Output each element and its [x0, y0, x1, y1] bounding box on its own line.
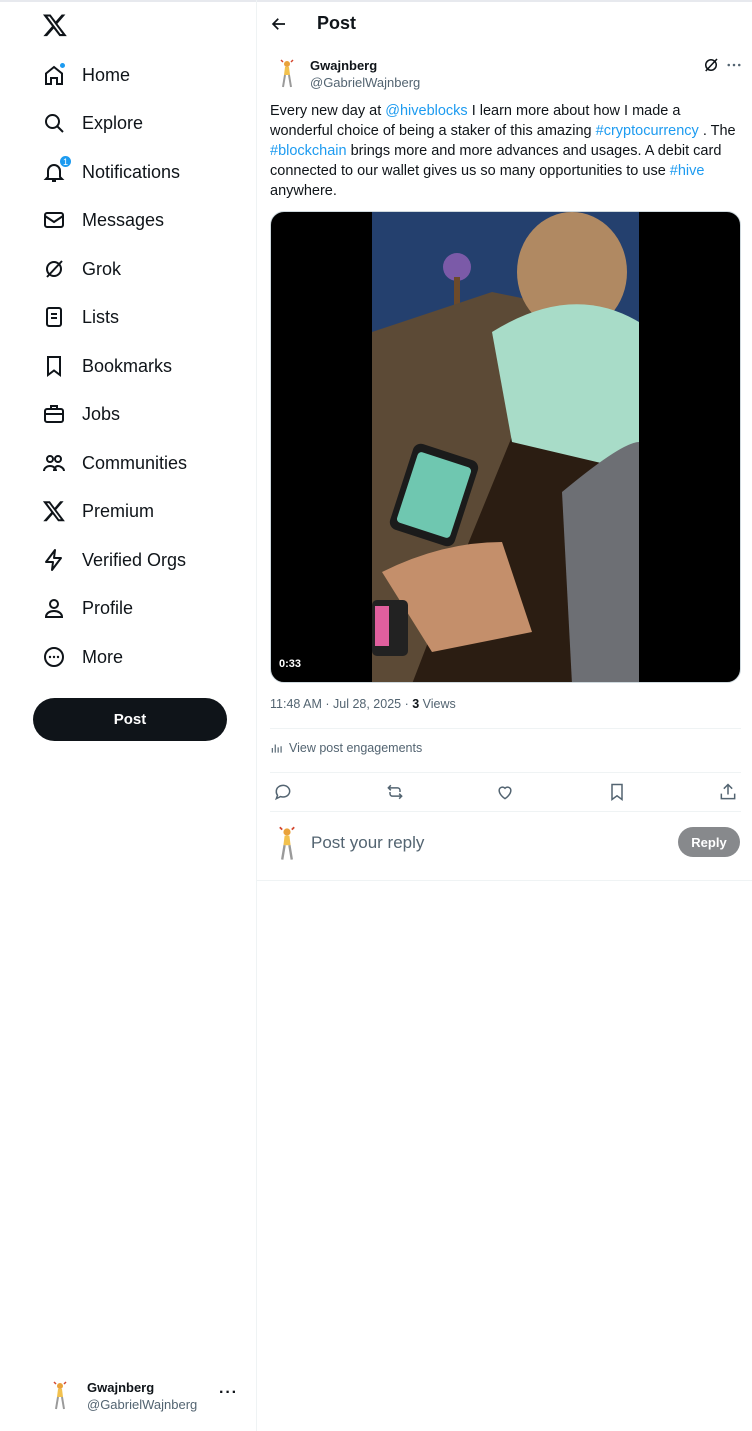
- tweet-date[interactable]: Jul 28, 2025: [333, 697, 401, 711]
- avatar: [272, 826, 304, 862]
- share-icon[interactable]: [718, 782, 738, 802]
- people-icon: [40, 449, 68, 477]
- text-segment: Every new day at: [270, 103, 386, 119]
- bell-icon: 1: [40, 155, 72, 186]
- nav-label: More: [82, 646, 124, 667]
- page-header: Post: [257, 0, 752, 48]
- like-icon[interactable]: [495, 782, 515, 802]
- nav-label: Grok: [82, 258, 122, 279]
- text-segment: . The: [698, 123, 736, 139]
- hashtag-link[interactable]: #blockchain: [270, 143, 347, 159]
- nav-label: Verified Orgs: [82, 549, 187, 570]
- nav-label: Profile: [82, 597, 134, 618]
- tweet-text: Every new day at @hiveblocks I learn mor…: [270, 101, 740, 201]
- post-button[interactable]: Post: [33, 698, 227, 741]
- hashtag-link[interactable]: #cryptocurrency: [596, 123, 699, 139]
- more-horizontal-icon[interactable]: [725, 56, 743, 74]
- avatar: [40, 1376, 80, 1416]
- x-logo-icon: [40, 497, 68, 525]
- video-thumbnail: [372, 212, 639, 682]
- more-circle-icon: [40, 643, 68, 671]
- nav-label: Explore: [82, 112, 144, 133]
- x-logo-icon[interactable]: [42, 12, 68, 38]
- nav-bookmarks[interactable]: Bookmarks: [40, 346, 172, 386]
- search-icon: [40, 109, 68, 137]
- nav-label: Home: [82, 64, 131, 85]
- view-engagements-link[interactable]: View post engagements: [270, 741, 422, 755]
- tweet-meta: 11:48 AM · Jul 28, 2025 · 3 Views: [270, 697, 456, 711]
- video-duration: 0:33: [279, 658, 302, 670]
- engagements-label[interactable]: View post engagements: [289, 741, 422, 755]
- nav-messages[interactable]: Messages: [40, 200, 164, 240]
- reply-input[interactable]: [311, 831, 611, 855]
- views-label: Views: [422, 697, 456, 711]
- reply-button[interactable]: Reply: [678, 827, 740, 857]
- author-name[interactable]: Gwajnberg: [310, 57, 420, 74]
- divider: [270, 728, 741, 729]
- nav-label: Premium: [82, 500, 155, 521]
- nav-verified-orgs[interactable]: Verified Orgs: [40, 540, 186, 580]
- avatar[interactable]: [270, 54, 304, 94]
- tweet-time[interactable]: 11:48 AM: [270, 697, 322, 711]
- account-handle: @GabrielWajnberg: [87, 1397, 198, 1412]
- author-handle[interactable]: @GabrielWajnberg: [310, 74, 420, 91]
- person-icon: [40, 594, 68, 622]
- grok-icon[interactable]: [702, 56, 720, 74]
- nav-notifications[interactable]: 1 Notifications: [40, 152, 180, 192]
- new-content-dot: [59, 62, 66, 69]
- views-count: 3: [412, 697, 420, 711]
- briefcase-icon: [40, 400, 68, 428]
- nav-premium[interactable]: Premium: [40, 491, 154, 531]
- nav-label: Bookmarks: [82, 355, 173, 376]
- account-switcher[interactable]: Gwajnberg @GabrielWajnberg ···: [40, 1374, 250, 1418]
- reply-icon[interactable]: [273, 782, 293, 802]
- back-arrow-icon[interactable]: [269, 12, 289, 36]
- nav-lists[interactable]: Lists: [40, 297, 119, 337]
- divider: [270, 772, 741, 773]
- tweet-author[interactable]: Gwajnberg @GabrielWajnberg: [270, 54, 420, 94]
- more-horizontal-icon[interactable]: ···: [219, 1384, 238, 1402]
- nav-label: Jobs: [82, 403, 121, 424]
- hashtag-link[interactable]: #hive: [670, 163, 705, 179]
- nav-label: Communities: [82, 452, 188, 473]
- video-player[interactable]: 0:33: [270, 211, 741, 683]
- grok-icon: [40, 255, 68, 283]
- lightning-icon: [40, 546, 68, 574]
- mail-icon: [40, 206, 68, 234]
- nav-profile[interactable]: Profile: [40, 588, 133, 628]
- nav-communities[interactable]: Communities: [40, 443, 187, 483]
- bar-chart-icon: [271, 744, 282, 753]
- nav-home[interactable]: Home: [40, 55, 130, 95]
- account-name: Gwajnberg: [87, 1380, 155, 1395]
- nav-label: Notifications: [82, 161, 181, 182]
- repost-icon[interactable]: [385, 782, 405, 802]
- nav-more[interactable]: More: [40, 637, 123, 677]
- text-segment: anywhere.: [270, 183, 337, 199]
- mention-link[interactable]: @hiveblocks: [385, 103, 467, 119]
- reply-composer: Reply: [257, 811, 752, 881]
- bookmark-icon[interactable]: [607, 782, 627, 802]
- nav-jobs[interactable]: Jobs: [40, 394, 120, 434]
- home-icon: [40, 61, 68, 89]
- page-title: Post: [317, 13, 357, 33]
- main-column: Post Gwajnberg @GabrielWajnberg Every ne…: [257, 0, 752, 1431]
- nav-label: Messages: [82, 209, 165, 230]
- notification-badge: 1: [59, 155, 72, 168]
- list-icon: [40, 303, 68, 331]
- video-frame: [372, 212, 639, 682]
- nav-explore[interactable]: Explore: [40, 103, 143, 143]
- sidebar: Home Explore 1 Notifications Messages Gr…: [0, 0, 257, 1431]
- nav-label: Lists: [82, 306, 120, 327]
- bookmark-icon: [40, 352, 68, 380]
- nav-grok[interactable]: Grok: [40, 249, 121, 289]
